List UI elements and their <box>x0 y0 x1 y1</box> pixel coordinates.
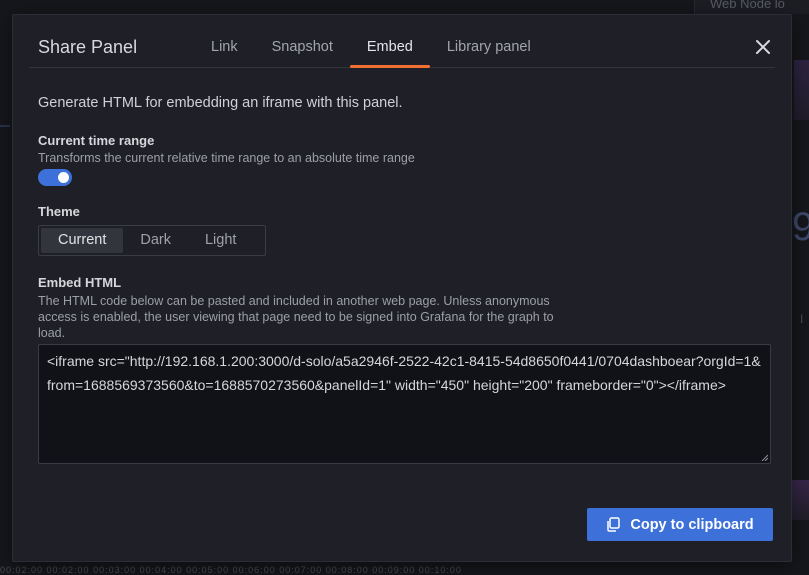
theme-option-light[interactable]: Light <box>188 228 253 253</box>
theme-radio-group: Current Dark Light <box>38 225 266 256</box>
modal-title: Share Panel <box>38 37 138 57</box>
close-icon <box>756 40 770 54</box>
share-panel-modal: Share Panel Link Snapshot Embed Library … <box>12 14 792 562</box>
tab-link[interactable]: Link <box>194 15 255 67</box>
background-panel-title: Web Node lo <box>710 0 785 11</box>
embed-html-section: Embed HTML The HTML code below can be pa… <box>38 275 558 341</box>
time-range-section: Current time range Transforms the curren… <box>38 133 415 166</box>
toggle-knob <box>58 172 69 183</box>
embed-html-code: <iframe src="http://192.168.1.200:3000/d… <box>47 353 761 393</box>
theme-section: Theme <box>38 204 80 219</box>
embed-intro-text: Generate HTML for embedding an iframe wi… <box>38 95 403 111</box>
theme-option-current[interactable]: Current <box>41 228 124 253</box>
tab-library-panel[interactable]: Library panel <box>430 15 548 67</box>
time-range-toggle[interactable] <box>38 169 72 186</box>
copy-button-label: Copy to clipboard <box>630 516 754 533</box>
background-graph-fragment <box>790 480 809 520</box>
tab-snapshot[interactable]: Snapshot <box>255 15 350 67</box>
time-range-label: Current time range <box>38 133 155 148</box>
embed-html-textarea[interactable]: <iframe src="http://192.168.1.200:3000/d… <box>38 344 771 464</box>
share-tabs: Link Snapshot Embed Library panel <box>194 15 548 68</box>
copy-icon <box>607 517 621 532</box>
background-time-axis: 00:02:00 00:02:00 00:03:00 00:04:00 00:0… <box>0 565 462 575</box>
embed-html-label: Embed HTML <box>38 275 122 290</box>
background-graph-line <box>0 125 10 167</box>
background-graph-fragment <box>794 60 809 120</box>
embed-html-description: The HTML code below can be pasted and in… <box>38 294 554 340</box>
embed-content: Generate HTML for embedding an iframe wi… <box>38 95 773 464</box>
tab-embed[interactable]: Embed <box>349 15 430 68</box>
time-range-description: Transforms the current relative time ran… <box>38 151 415 165</box>
resize-grip-icon[interactable] <box>761 454 768 461</box>
close-button[interactable] <box>753 37 773 57</box>
theme-label: Theme <box>38 204 80 219</box>
background-label: I <box>800 312 804 326</box>
modal-header: Share Panel Link Snapshot Embed Library … <box>29 15 775 68</box>
copy-to-clipboard-button[interactable]: Copy to clipboard <box>587 508 773 541</box>
background-stat-value: 9 <box>792 205 809 249</box>
theme-option-dark[interactable]: Dark <box>123 228 188 253</box>
